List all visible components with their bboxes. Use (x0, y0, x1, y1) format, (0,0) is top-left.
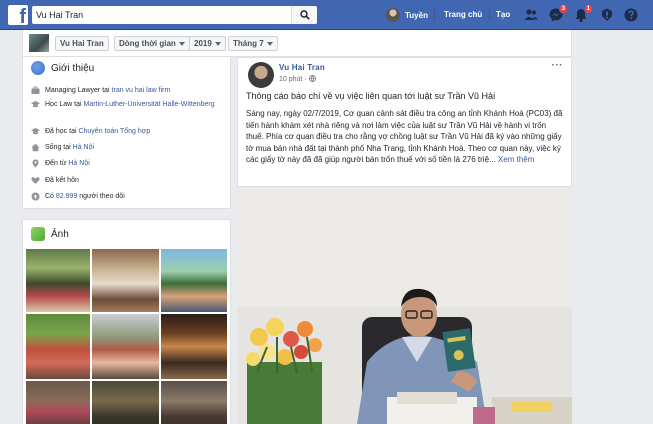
friend-requests-icon[interactable] (523, 7, 539, 23)
photo-thumbnail[interactable] (92, 314, 159, 379)
study-link[interactable]: Martin-Luther-Universität Halle-Wittenbe… (84, 101, 215, 108)
intro-card: Giới thiệu Managing Lawyer tại tran vu h… (22, 57, 231, 209)
post-timestamp[interactable]: 10 phút · (279, 75, 316, 83)
top-navigation-bar: f Tuyền Trang chủ Tạo 3 1 (0, 0, 653, 30)
photo-thumbnail[interactable] (26, 381, 90, 424)
nav-divider (434, 9, 435, 21)
notifications-icon[interactable]: 1 (573, 4, 593, 23)
help-icon[interactable] (623, 7, 639, 23)
post-title: Thông cáo báo chí về vụ việc liên quan t… (246, 91, 496, 101)
followers-count-link[interactable]: 82.999 (56, 193, 77, 200)
photo-thumbnail[interactable] (26, 314, 90, 379)
heart-icon (31, 177, 40, 184)
intro-school-prefix: Đã học tại (45, 128, 79, 135)
intro-relationship: Đã kết hôn (31, 176, 227, 185)
graduation-cap-icon (31, 128, 40, 135)
intro-lives: Sống tại Hà Nội (31, 143, 227, 152)
intro-header: Giới thiệu (31, 61, 94, 75)
chevron-down-icon (178, 41, 185, 46)
followers-prefix: Có (45, 193, 56, 200)
chevron-down-icon (214, 41, 221, 46)
year-label: 2019 (194, 39, 212, 48)
intro-study: Học Law tại Martin-Luther-Universität Ha… (31, 100, 227, 109)
notifications-badge: 1 (583, 4, 593, 14)
avatar[interactable] (29, 34, 49, 52)
timeline-label: Dòng thời gian (119, 39, 176, 48)
photo-thumbnail[interactable] (161, 314, 227, 379)
month-label: Tháng 7 (233, 39, 264, 48)
home-link[interactable]: Trang chủ (444, 10, 482, 19)
intro-school: Đã học tại Chuyên toán Tổng hợp (31, 127, 227, 136)
profile-name: Tuyền (405, 10, 428, 20)
from-link[interactable]: Hà Nội (68, 160, 89, 167)
facebook-logo-letter: f (19, 6, 26, 28)
intro-lives-prefix: Sống tại (45, 144, 73, 151)
intro-work-prefix: Managing Lawyer tại (45, 87, 112, 94)
nav-divider (489, 9, 490, 21)
photo-thumbnail[interactable] (161, 381, 227, 424)
search-input[interactable] (32, 6, 290, 24)
globe-icon (308, 75, 316, 82)
photos-icon (31, 227, 45, 241)
quick-help-icon[interactable] (599, 7, 615, 23)
avatar[interactable] (248, 62, 274, 88)
location-pin-icon (32, 159, 39, 168)
year-dropdown[interactable]: 2019 (189, 36, 226, 51)
intro-study-prefix: Học Law tại (45, 101, 84, 108)
relationship-status: Đã kết hôn (45, 177, 79, 184)
post-card: Vu Hai Tran 10 phút · ··· Thông cáo báo … (237, 57, 572, 187)
briefcase-icon (31, 86, 40, 94)
see-more-link[interactable]: Xem thêm (498, 155, 534, 164)
post-body: Sáng nay, ngày 02/7/2019, Cơ quan cảnh s… (246, 108, 566, 166)
photos-header: Ảnh (31, 227, 69, 241)
photo-thumbnail[interactable] (161, 249, 227, 312)
profile-name-button[interactable]: Vu Hai Tran (55, 36, 109, 51)
profile-nav-link[interactable]: Tuyền (386, 7, 428, 23)
followers-icon (31, 192, 40, 201)
messages-badge: 3 (558, 4, 568, 14)
timeline-dropdown[interactable]: Dòng thời gian (114, 36, 190, 51)
work-link[interactable]: tran vu hai law firm (112, 87, 171, 94)
intro-from: Đến từ Hà Nội (31, 159, 227, 168)
timeline-navigation-bar: Vu Hai Tran Dòng thời gian 2019 Tháng 7 (22, 30, 572, 57)
school-link[interactable]: Chuyên toán Tổng hợp (78, 128, 150, 135)
photo-thumbnail[interactable] (92, 381, 159, 424)
followers-suffix: người theo dõi (77, 193, 125, 200)
photos-title[interactable]: Ảnh (51, 229, 69, 240)
search-box (32, 6, 317, 24)
intro-followers: Có 82.999 người theo dõi (31, 192, 227, 201)
avatar (386, 8, 400, 22)
month-dropdown[interactable]: Tháng 7 (228, 36, 278, 51)
post-time-text: 10 phút (279, 76, 303, 83)
search-button[interactable] (291, 6, 317, 24)
profile-name-label: Vu Hai Tran (60, 39, 104, 48)
post-photo[interactable] (237, 187, 572, 424)
graduation-cap-icon (31, 101, 40, 108)
photo-thumbnail[interactable] (26, 249, 90, 312)
create-link[interactable]: Tạo (496, 10, 510, 19)
photos-card: Ảnh (22, 219, 231, 424)
intro-from-prefix: Đến từ (45, 160, 69, 167)
photo-thumbnail[interactable] (92, 249, 159, 312)
globe-icon (31, 61, 45, 75)
search-icon (300, 10, 310, 20)
home-icon (31, 143, 40, 152)
lives-link[interactable]: Hà Nội (73, 144, 94, 151)
messenger-icon[interactable]: 3 (548, 4, 568, 23)
chevron-down-icon (266, 41, 273, 46)
intro-work: Managing Lawyer tại tran vu hai law firm (31, 86, 227, 95)
post-photo-illustration (237, 187, 572, 424)
post-options-button[interactable]: ··· (552, 60, 564, 71)
post-author-link[interactable]: Vu Hai Tran (279, 63, 325, 72)
facebook-logo-icon[interactable]: f (8, 5, 28, 28)
intro-title: Giới thiệu (51, 62, 95, 74)
